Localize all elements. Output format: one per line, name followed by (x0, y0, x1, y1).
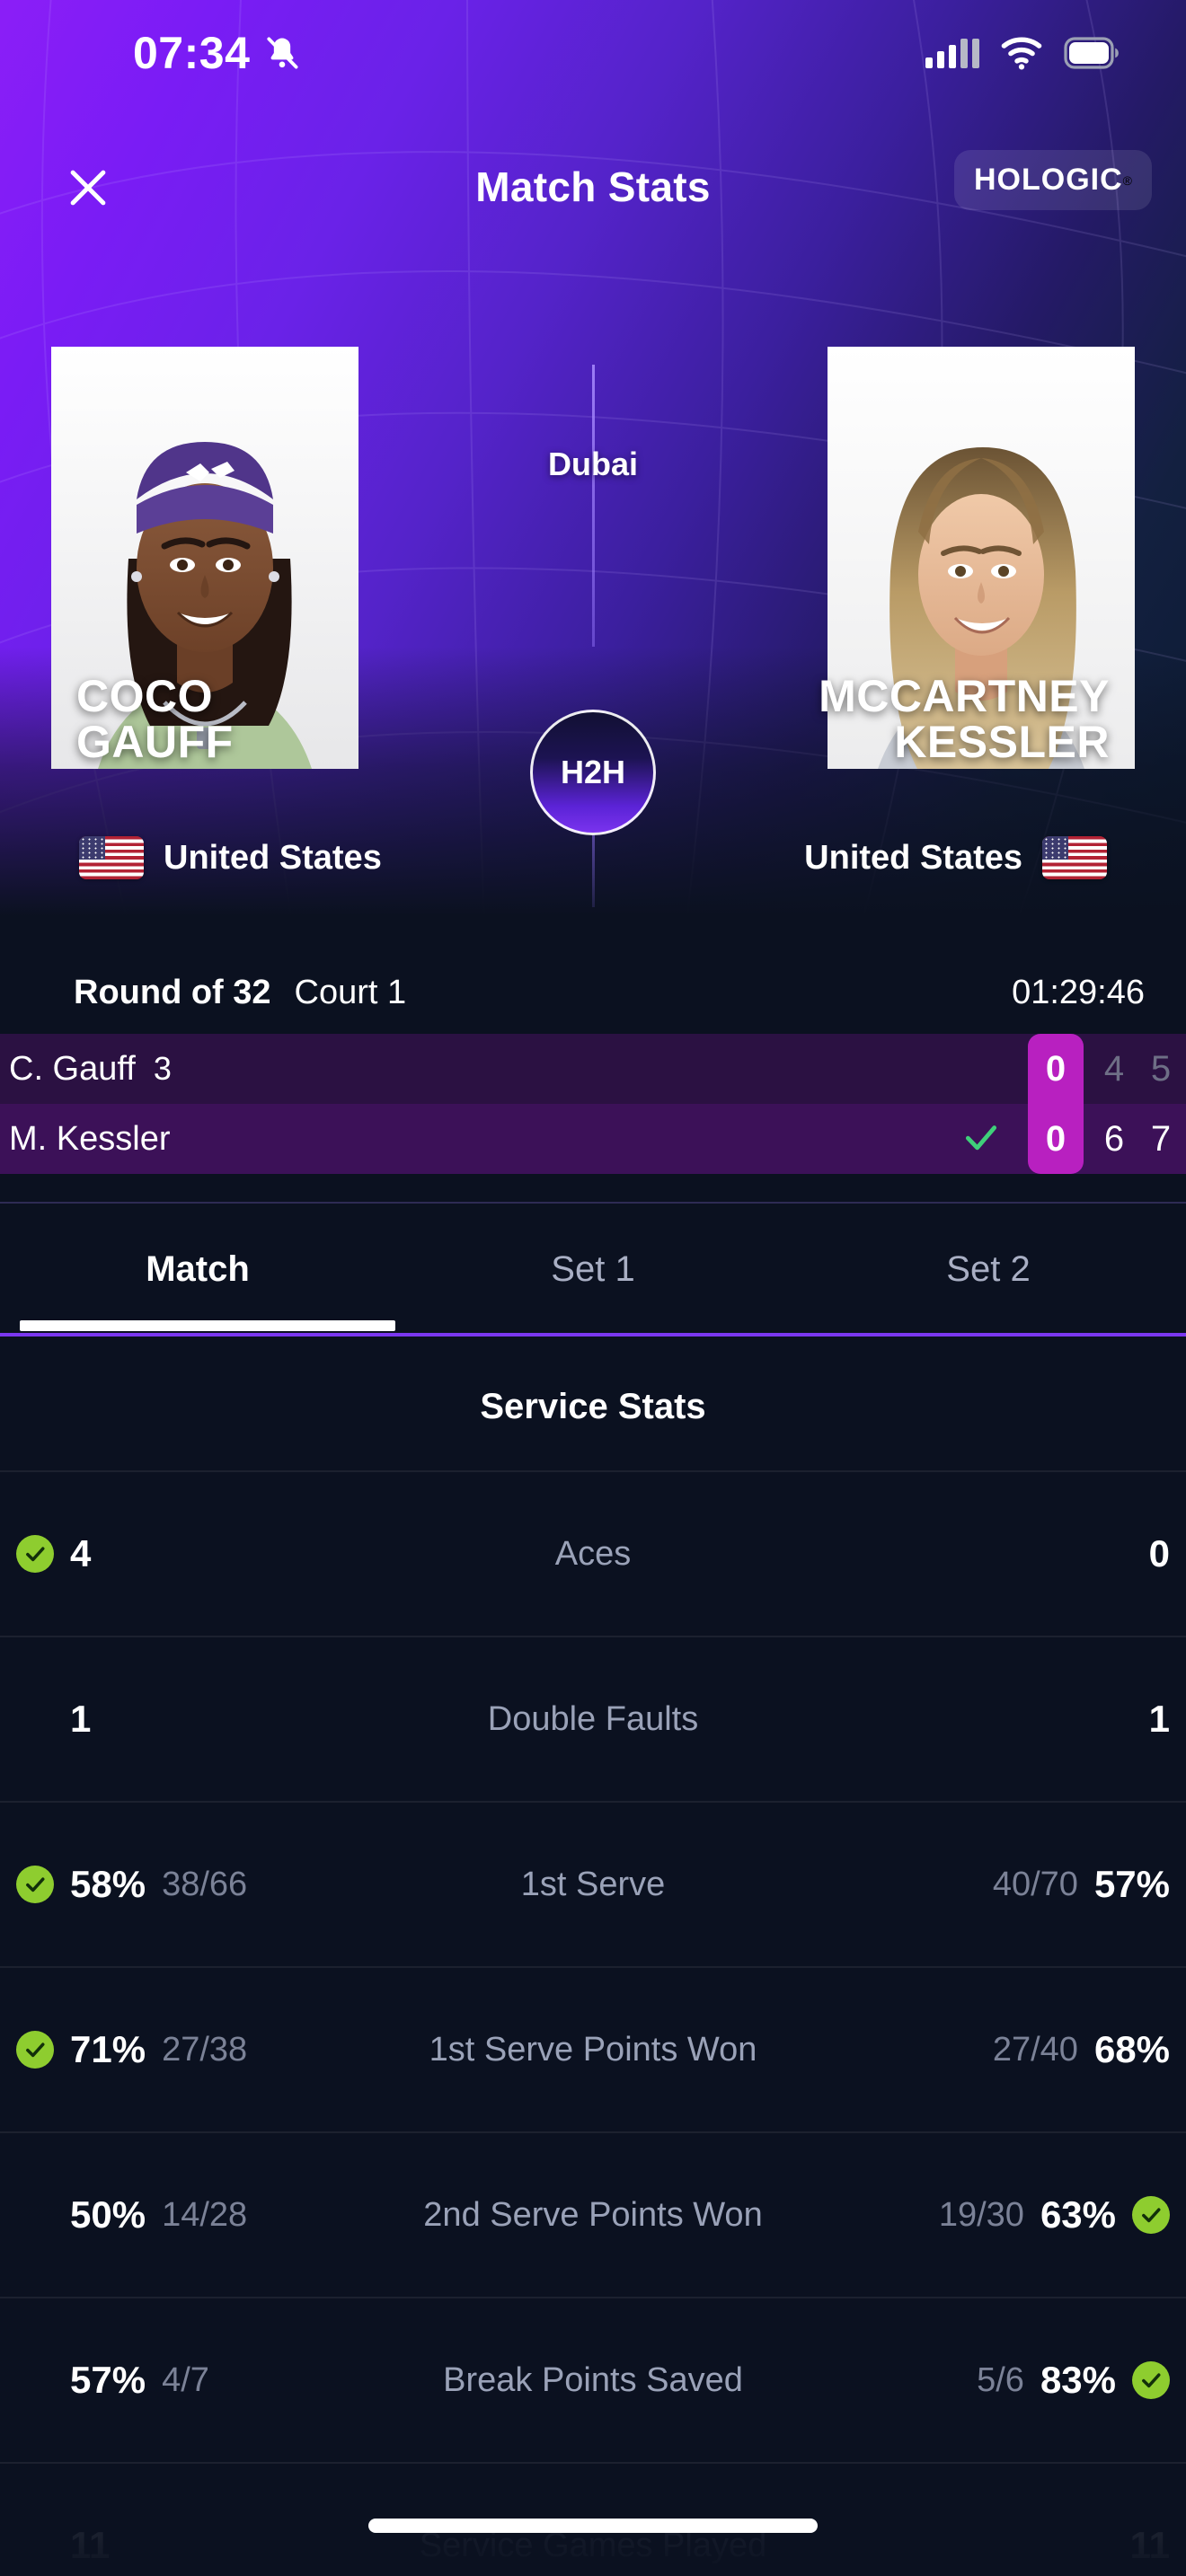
stat-right: 40/70 57% (993, 1863, 1170, 1906)
signal-bars-icon (925, 38, 979, 68)
match-meta: Round of 32 Court 1 01:29:46 (0, 961, 1186, 1024)
stat-row-double-faults: 1 Double Faults 1 (0, 1636, 1186, 1801)
h2h-button[interactable]: H2H (530, 710, 656, 835)
stat-right-value: 0 (1148, 1532, 1170, 1575)
player-country-right: United States (804, 836, 1107, 879)
player-name-left: COCO GAUFF (76, 674, 463, 765)
country-label-right: United States (804, 838, 1022, 877)
status-bar-right (925, 36, 1120, 70)
status-time: 07:34 (133, 28, 251, 78)
scoreboard-player-right: M. Kessler (9, 1120, 188, 1159)
status-bar: 07:34 (0, 0, 1186, 106)
leader-check-icon (1132, 2361, 1170, 2399)
player-first-name-right: MCCARTNEY (819, 671, 1110, 721)
stat-right: 5/6 83% (977, 2359, 1170, 2402)
table-row[interactable]: M. Kessler 0 6 7 (0, 1104, 1186, 1174)
stat-right-value: 11 (1129, 2524, 1170, 2566)
tab-bar: Match Set 1 Set 2 (0, 1202, 1186, 1337)
stat-label: Double Faults (487, 1699, 699, 1738)
player-country-left: United States (79, 836, 382, 879)
h2h-label: H2H (560, 754, 626, 790)
scoreboard-set2: 5 (1150, 1048, 1172, 1089)
tab-active-indicator (20, 1320, 395, 1331)
stat-right-detail: 19/30 (938, 2195, 1024, 2234)
stat-right: 19/30 63% (939, 2193, 1170, 2236)
stat-right-detail: 40/70 (992, 1865, 1078, 1903)
scoreboard-name: M. Kessler (9, 1119, 171, 1158)
scoreboard-set1: 4 (1103, 1048, 1125, 1089)
scoreboard[interactable]: C. Gauff 3 0 4 5 M. Kessler 0 6 7 (0, 1034, 1186, 1174)
stat-label: Aces (554, 1534, 632, 1573)
scoreboard-seed: 3 (153, 1049, 172, 1087)
sponsor-label: HOLOGIC (974, 163, 1123, 197)
stat-right: 27/40 68% (993, 2028, 1170, 2071)
player-first-name-left: COCO (76, 671, 213, 721)
tab-set-2[interactable]: Set 2 (791, 1204, 1186, 1335)
stat-right-value: 57% (1093, 1863, 1170, 1905)
country-label-left: United States (164, 838, 382, 877)
player-name-right: MCCARTNEY KESSLER (678, 674, 1110, 765)
round-label: Round of 32 (74, 973, 271, 1011)
tab-set-1[interactable]: Set 1 (395, 1204, 791, 1335)
player-last-name-right: KESSLER (894, 717, 1110, 767)
stat-right-value: 1 (1148, 1698, 1170, 1740)
us-flag-icon (79, 836, 144, 879)
app-header: Match Stats HOLOGIC ® (0, 139, 1186, 247)
scoreboard-set1: 6 (1103, 1118, 1125, 1159)
scoreboard-player-left: C. Gauff 3 (9, 1050, 172, 1089)
stat-row-2nd-serve-points-won: 50% 14/28 2nd Serve Points Won 19/30 63% (0, 2131, 1186, 2297)
tab-row: Match Set 1 Set 2 (0, 1204, 1186, 1335)
stat-row-1st-serve: 58% 38/66 1st Serve 40/70 57% (0, 1801, 1186, 1966)
scoreboard-game-score: 0 (1028, 1104, 1084, 1174)
stat-row-aces: 4 Aces 0 (0, 1470, 1186, 1636)
tab-match[interactable]: Match (0, 1204, 395, 1335)
us-flag-icon (1042, 836, 1107, 879)
stats-panel: Service Stats 4 Aces 0 1 Double Faults 1 (0, 1340, 1186, 2576)
status-bar-left: 07:34 (133, 27, 302, 79)
scoreboard-game-score: 0 (1028, 1034, 1084, 1104)
player-last-name-left: GAUFF (76, 717, 234, 767)
scoreboard-winner-slot (960, 1117, 1002, 1161)
match-meta-left: Round of 32 Court 1 (74, 974, 406, 1012)
sponsor-badge[interactable]: HOLOGIC ® (954, 150, 1152, 210)
leader-check-icon (1132, 2196, 1170, 2234)
stat-row-break-points-saved: 57% 4/7 Break Points Saved 5/6 83% (0, 2297, 1186, 2462)
scoreboard-name: C. Gauff (9, 1049, 136, 1088)
stat-row-1st-serve-points-won: 71% 27/38 1st Serve Points Won 27/40 68% (0, 1966, 1186, 2131)
tournament-label: Dubai (547, 446, 638, 482)
match-duration: 01:29:46 (1012, 973, 1145, 1011)
stat-right-detail: 27/40 (992, 2030, 1078, 2069)
tab-baseline (0, 1333, 1186, 1337)
bell-slash-icon (267, 37, 298, 69)
stat-right-value: 68% (1093, 2028, 1170, 2070)
stat-right-value: 63% (1040, 2193, 1116, 2236)
stat-right: 0 (1149, 1532, 1170, 1575)
home-indicator[interactable] (368, 2519, 818, 2533)
stat-right: 11 (1130, 2524, 1170, 2567)
match-stats-screen: 07:34 Match Stats HOLOGIC ® COCO GAUFF M… (0, 0, 1186, 2576)
stat-right-detail: 5/6 (977, 2360, 1024, 2399)
check-icon (965, 1125, 997, 1150)
stats-section-title: Service Stats (480, 1387, 706, 1426)
scoreboard-set2: 7 (1150, 1118, 1172, 1159)
stat-right-value: 83% (1040, 2359, 1116, 2401)
sponsor-trademark: ® (1122, 172, 1132, 188)
wifi-icon (1001, 37, 1042, 70)
court-label: Court 1 (294, 973, 407, 1011)
table-row[interactable]: C. Gauff 3 0 4 5 (0, 1034, 1186, 1104)
battery-icon (1064, 37, 1119, 69)
stat-right: 1 (1149, 1698, 1170, 1741)
